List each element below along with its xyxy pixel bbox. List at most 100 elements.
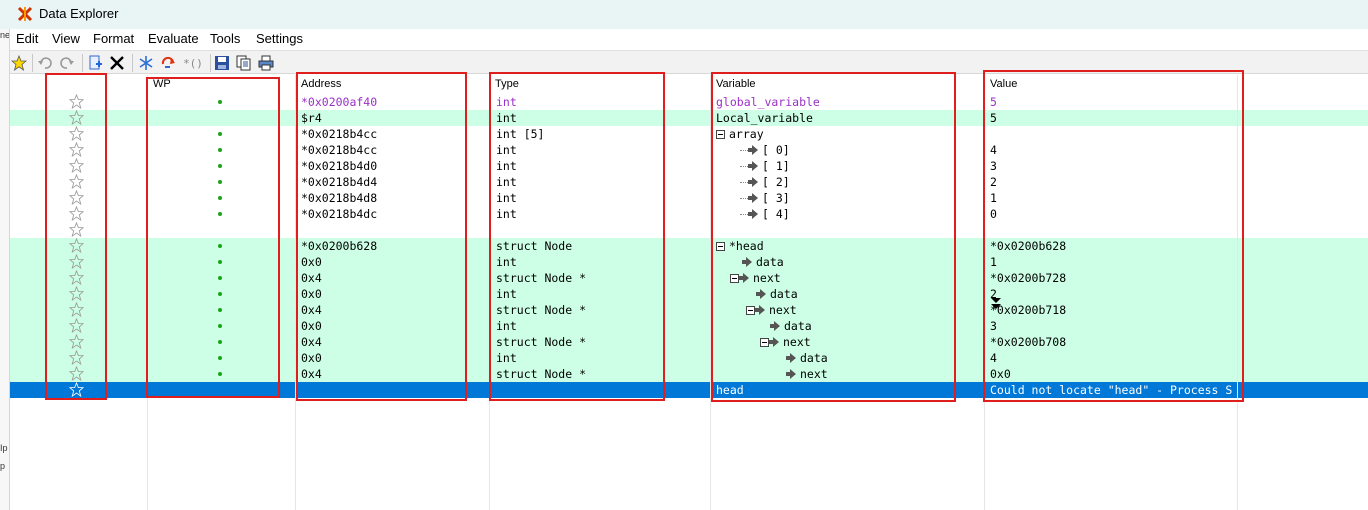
save-icon[interactable] bbox=[213, 54, 231, 72]
favorite-star-icon[interactable] bbox=[68, 237, 85, 254]
snowflake-icon[interactable] bbox=[137, 54, 155, 72]
more-rows-icon[interactable] bbox=[991, 298, 1001, 310]
menu-view[interactable]: View bbox=[52, 31, 80, 46]
favorite-star-icon[interactable] bbox=[68, 381, 85, 398]
favorite-star-icon[interactable] bbox=[68, 349, 85, 366]
watchpoint-indicator[interactable] bbox=[218, 244, 222, 248]
variable-cell: next bbox=[786, 367, 828, 381]
evaluate-icon[interactable]: *() bbox=[181, 54, 205, 72]
collapse-toggle-icon[interactable] bbox=[760, 337, 769, 347]
collapse-toggle-icon[interactable] bbox=[716, 129, 725, 139]
watchpoint-indicator[interactable] bbox=[218, 196, 222, 200]
favorite-star-icon[interactable] bbox=[68, 141, 85, 158]
copy-icon[interactable] bbox=[235, 54, 253, 72]
watchpoint-indicator[interactable] bbox=[218, 164, 222, 168]
watchpoint-indicator[interactable] bbox=[218, 260, 222, 264]
table-row[interactable] bbox=[10, 221, 1368, 238]
column-divider bbox=[295, 75, 296, 510]
favorite-star-icon[interactable] bbox=[68, 221, 85, 238]
member-arrow-icon bbox=[748, 193, 758, 203]
favorite-star-icon[interactable] bbox=[68, 205, 85, 222]
column-divider bbox=[147, 75, 148, 510]
watchpoint-indicator[interactable] bbox=[218, 132, 222, 136]
table-row[interactable]: 0x4 struct Node * next 0x0 bbox=[10, 365, 1368, 382]
table-row[interactable]: *0x0218b4d4 int [ 2] 2 bbox=[10, 173, 1368, 190]
address-cell: *0x0218b4d0 bbox=[301, 159, 378, 173]
table-row[interactable]: *0x0218b4cc int [ 0] 4 bbox=[10, 141, 1368, 158]
header-value[interactable]: Value bbox=[990, 78, 1017, 90]
table-row[interactable]: 0x4 struct Node * next *0x0200b718 bbox=[10, 301, 1368, 318]
watchpoint-indicator[interactable] bbox=[218, 180, 222, 184]
menu-format[interactable]: Format bbox=[93, 31, 134, 46]
type-cell: int bbox=[496, 255, 517, 269]
type-cell: struct Node * bbox=[496, 367, 587, 381]
header-type[interactable]: Type bbox=[495, 78, 519, 90]
watchpoint-indicator[interactable] bbox=[218, 292, 222, 296]
collapse-toggle-icon[interactable] bbox=[746, 305, 755, 315]
favorite-star-icon[interactable] bbox=[68, 109, 85, 126]
table-row[interactable]: 0x0 int data 4 bbox=[10, 349, 1368, 366]
watchpoint-indicator[interactable] bbox=[218, 340, 222, 344]
table-row[interactable]: *0x0200af40 int global_variable 5 bbox=[10, 93, 1368, 110]
favorite-star-icon[interactable] bbox=[68, 125, 85, 142]
table-row[interactable]: *0x0218b4d0 int [ 1] 3 bbox=[10, 157, 1368, 174]
watchpoint-indicator[interactable] bbox=[218, 100, 222, 104]
header-address[interactable]: Address bbox=[301, 78, 341, 90]
collapse-toggle-icon[interactable] bbox=[730, 273, 739, 283]
menu-tools[interactable]: Tools bbox=[210, 31, 240, 46]
table-row[interactable]: *0x0218b4dc int [ 4] 0 bbox=[10, 205, 1368, 222]
favorite-star-icon[interactable] bbox=[68, 317, 85, 334]
collapse-toggle-icon[interactable] bbox=[716, 241, 725, 251]
favorite-star-icon[interactable] bbox=[68, 189, 85, 206]
favorite-star-icon[interactable] bbox=[68, 333, 85, 350]
variable-cell: global_variable bbox=[716, 95, 820, 109]
favorite-star-icon[interactable] bbox=[10, 54, 28, 72]
favorite-star-icon[interactable] bbox=[68, 285, 85, 302]
variable-label: global_variable bbox=[716, 95, 820, 109]
table-row[interactable]: $r4 int Local_variable 5 bbox=[10, 109, 1368, 126]
value-cell: *0x0200b628 bbox=[990, 239, 1067, 253]
menu-edit[interactable]: Edit bbox=[16, 31, 38, 46]
watchpoint-indicator[interactable] bbox=[218, 276, 222, 280]
favorite-star-icon[interactable] bbox=[68, 157, 85, 174]
value-cell: *0x0200b728 bbox=[990, 271, 1067, 285]
favorite-star-icon[interactable] bbox=[68, 93, 85, 110]
address-cell: 0x0 bbox=[301, 255, 322, 269]
watchpoint-indicator[interactable] bbox=[218, 148, 222, 152]
favorite-star-icon[interactable] bbox=[68, 301, 85, 318]
table-row[interactable]: head Could not locate "head" - Process S bbox=[10, 381, 1368, 398]
table-row[interactable]: 0x4 struct Node * next *0x0200b708 bbox=[10, 333, 1368, 350]
menu-settings[interactable]: Settings bbox=[256, 31, 303, 46]
table-row[interactable]: *0x0218b4cc int [5] array bbox=[10, 125, 1368, 142]
watchpoint-indicator[interactable] bbox=[218, 356, 222, 360]
variable-cell: next bbox=[746, 303, 797, 317]
redo-icon[interactable] bbox=[58, 54, 76, 72]
menu-evaluate[interactable]: Evaluate bbox=[148, 31, 199, 46]
favorite-star-icon[interactable] bbox=[68, 173, 85, 190]
favorite-star-icon[interactable] bbox=[68, 269, 85, 286]
table-row[interactable]: *0x0218b4d8 int [ 3] 1 bbox=[10, 189, 1368, 206]
table-row[interactable]: 0x0 int data 3 bbox=[10, 317, 1368, 334]
variable-label: *head bbox=[729, 239, 764, 253]
table-row[interactable]: *0x0200b628 struct Node *head *0x0200b628 bbox=[10, 237, 1368, 254]
favorite-star-icon[interactable] bbox=[68, 365, 85, 382]
watchpoint-indicator[interactable] bbox=[218, 212, 222, 216]
watchpoint-indicator[interactable] bbox=[218, 372, 222, 376]
watchpoint-indicator[interactable] bbox=[218, 308, 222, 312]
variable-label: [ 3] bbox=[762, 191, 790, 205]
refresh-icon[interactable] bbox=[159, 54, 177, 72]
delete-icon[interactable] bbox=[108, 54, 126, 72]
watchpoint-indicator[interactable] bbox=[218, 324, 222, 328]
address-cell: 0x4 bbox=[301, 271, 322, 285]
data-grid: WP Address Type Variable Value *0x0200af… bbox=[10, 75, 1368, 510]
header-wp[interactable]: WP bbox=[153, 78, 171, 90]
table-row[interactable]: 0x0 int data 1 bbox=[10, 253, 1368, 270]
undo-icon[interactable] bbox=[36, 54, 54, 72]
left-edge-text: ne bbox=[0, 30, 10, 40]
print-icon[interactable] bbox=[257, 54, 275, 72]
new-item-icon[interactable] bbox=[86, 54, 104, 72]
header-variable[interactable]: Variable bbox=[716, 78, 756, 90]
table-row[interactable]: 0x4 struct Node * next *0x0200b728 bbox=[10, 269, 1368, 286]
table-row[interactable]: 0x0 int data 2 bbox=[10, 285, 1368, 302]
favorite-star-icon[interactable] bbox=[68, 253, 85, 270]
